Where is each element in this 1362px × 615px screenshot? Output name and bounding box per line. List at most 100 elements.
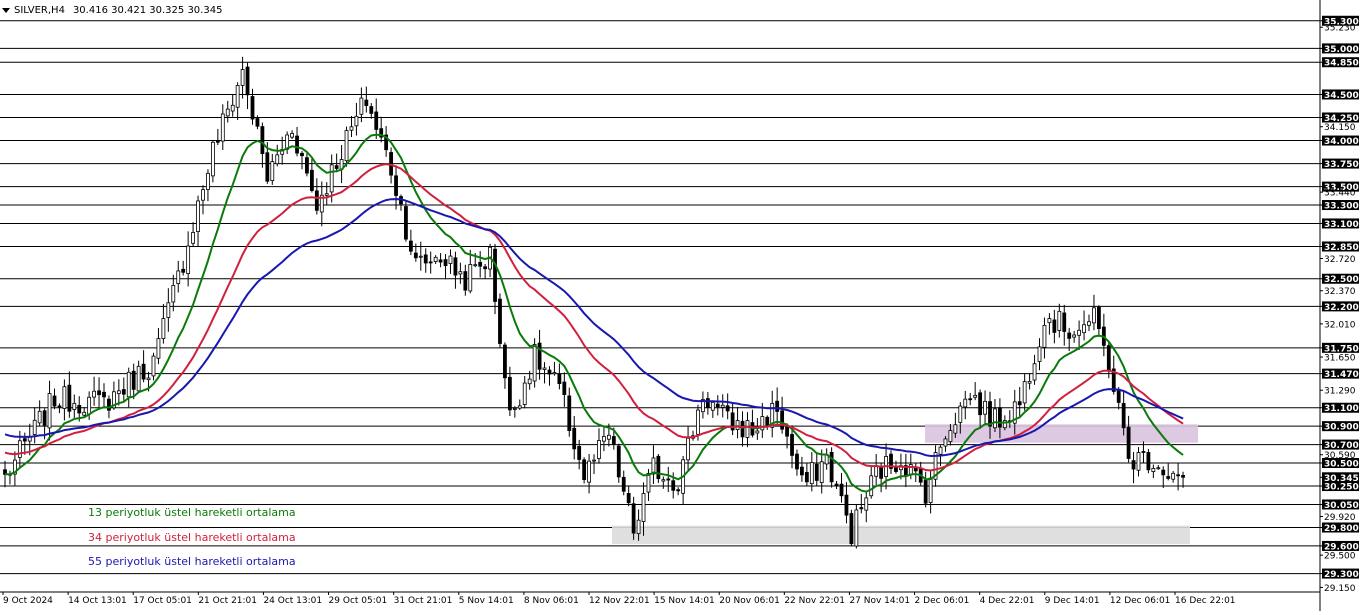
candle-body[interactable] [577,446,582,460]
candle-body[interactable] [849,513,854,545]
candle-body[interactable] [458,271,463,275]
candle-body[interactable] [161,318,166,339]
candle-body[interactable] [1037,346,1042,362]
candle-body[interactable] [32,419,37,435]
candle-body[interactable] [696,409,700,435]
candle-body[interactable] [1166,476,1171,479]
candle-body[interactable] [923,479,928,504]
candle-body[interactable] [498,298,502,344]
candle-body[interactable] [116,390,121,394]
candle-body[interactable] [151,355,156,377]
candle-body[interactable] [225,108,230,117]
candle-body[interactable] [656,455,661,480]
chevron-down-icon[interactable] [2,7,10,13]
candle-body[interactable] [1062,312,1067,332]
candle-body[interactable] [809,462,814,485]
candle-body[interactable] [131,370,136,390]
candle-body[interactable] [121,389,126,395]
candle-body[interactable] [483,266,488,270]
candle-body[interactable] [1072,334,1077,338]
candle-body[interactable] [1126,426,1131,459]
candle-body[interactable] [1156,467,1161,470]
candle-body[interactable] [369,106,374,114]
candle-body[interactable] [938,446,943,455]
candle-body[interactable] [17,440,22,458]
candle-body[interactable] [67,384,72,412]
symbol-header[interactable]: SILVER,H4 30.416 30.421 30.325 30.345 [2,3,222,17]
candle-body[interactable] [819,461,824,484]
candle-body[interactable] [97,390,101,396]
candle-body[interactable] [1116,390,1121,403]
candle-body[interactable] [1057,310,1062,331]
candle-body[interactable] [146,377,151,381]
candle-body[interactable] [215,140,220,143]
candle-body[interactable] [305,157,309,174]
candle-body[interactable] [567,395,572,431]
candle-body[interactable] [735,420,740,430]
candle-body[interactable] [359,97,364,115]
candle-body[interactable] [547,369,552,375]
candle-body[interactable] [255,118,260,127]
candle-body[interactable] [616,445,621,478]
candle-body[interactable] [532,344,537,382]
candle-body[interactable] [270,161,275,182]
candle-body[interactable] [404,206,408,240]
candle-body[interactable] [171,285,176,303]
candle-body[interactable] [42,410,47,426]
candle-body[interactable] [394,175,398,196]
candle-body[interactable] [978,392,983,416]
candle-body[interactable] [651,457,656,475]
candle-body[interactable] [983,400,987,415]
candle-body[interactable] [1181,475,1185,478]
candle-body[interactable] [602,436,606,442]
candle-body[interactable] [780,410,785,430]
candle-body[interactable] [839,483,844,497]
candle-body[interactable] [587,460,591,483]
candle-body[interactable] [725,405,730,412]
candle-body[interactable] [512,408,517,410]
candle-body[interactable] [309,169,314,191]
candle-body[interactable] [597,440,601,459]
candle-body[interactable] [973,394,978,398]
candle-body[interactable] [176,270,181,284]
candle-body[interactable] [314,190,319,211]
candle-body[interactable] [537,342,542,370]
candle-body[interactable] [191,232,195,244]
candle-body[interactable] [631,503,636,534]
candle-body[interactable] [998,407,1002,428]
candle-body[interactable] [37,410,42,424]
candle-body[interactable] [844,494,849,516]
candle-body[interactable] [47,393,52,429]
candle-body[interactable] [82,411,87,416]
candle-body[interactable] [156,338,161,359]
candle-body[interactable] [542,367,547,370]
candle-body[interactable] [864,497,869,511]
candle-body[interactable] [988,401,992,427]
candle-body[interactable] [943,438,948,447]
candle-body[interactable] [621,476,626,492]
candle-body[interactable] [968,398,973,401]
candle-body[interactable] [126,371,131,398]
candle-body[interactable] [874,465,879,477]
candle-body[interactable] [428,261,433,264]
candle-body[interactable] [300,152,304,157]
candle-body[interactable] [720,404,725,408]
candle-body[interactable] [334,165,339,169]
candle-body[interactable] [136,365,141,392]
candle-body[interactable] [775,400,780,412]
candle-body[interactable] [661,479,666,482]
candle-body[interactable] [1151,467,1156,472]
candle-body[interactable] [928,477,933,504]
candle-body[interactable] [166,302,171,318]
candle-body[interactable] [87,396,92,415]
candle-body[interactable] [186,245,191,274]
candle-body[interactable] [468,264,473,292]
candle-body[interactable] [710,401,715,411]
candle-body[interactable] [493,248,497,302]
candle-body[interactable] [755,430,760,434]
candle-body[interactable] [374,111,379,130]
candle-body[interactable] [438,259,443,263]
candle-body[interactable] [715,403,720,408]
candle-body[interactable] [22,438,27,442]
candle-body[interactable] [879,466,884,479]
